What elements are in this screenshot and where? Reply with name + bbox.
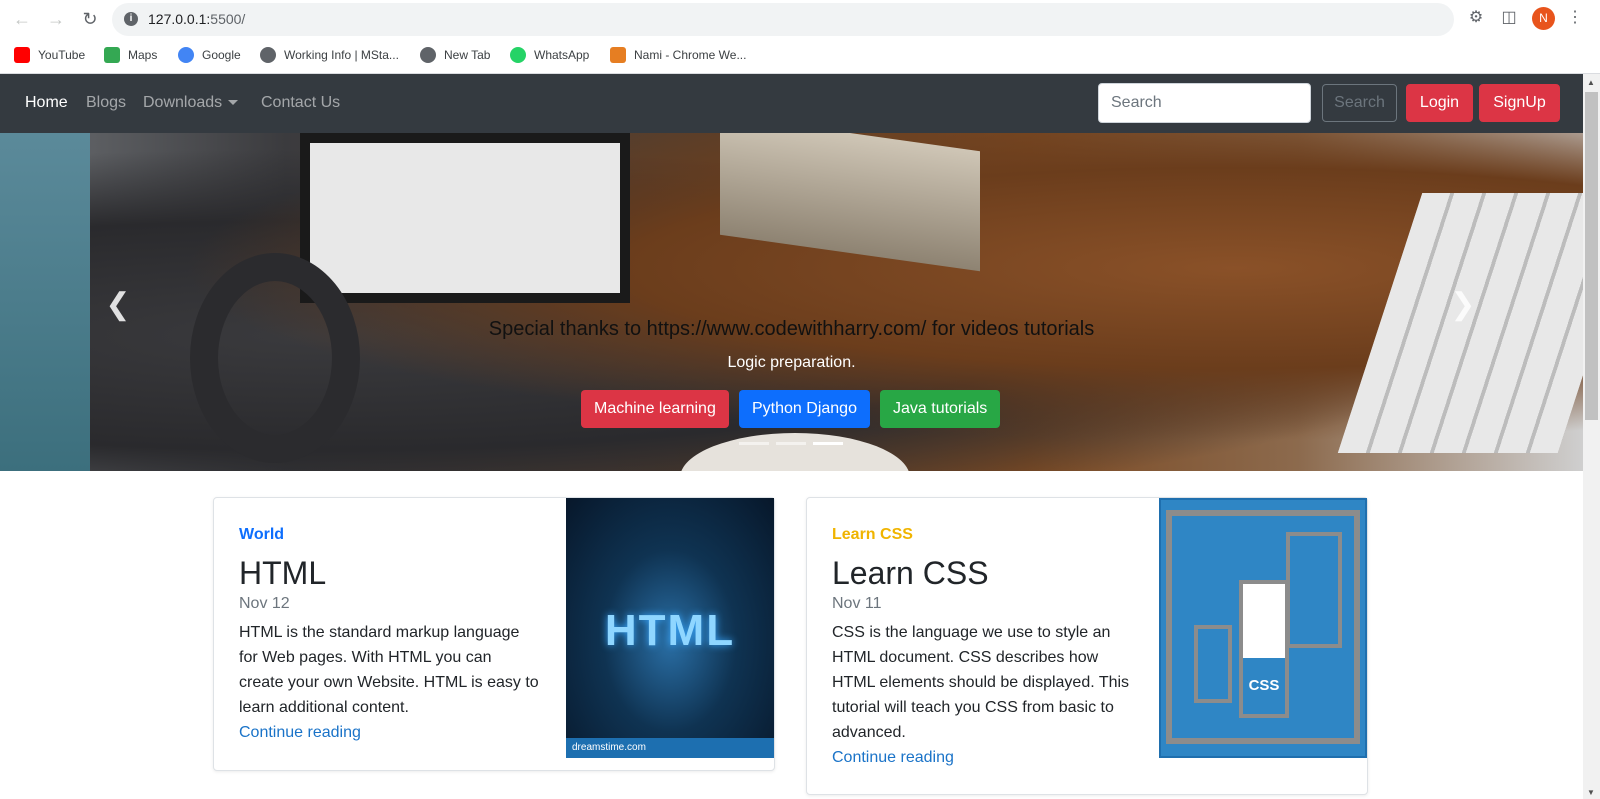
blog-card-css: Learn CSS Learn CSS Nov 11 CSS is the la…: [806, 497, 1368, 795]
continue-reading-link[interactable]: Continue reading: [239, 724, 361, 742]
mug-image: [680, 433, 910, 471]
youtube-icon: [14, 47, 30, 63]
forward-icon[interactable]: →: [44, 7, 68, 31]
bookmark-label: WhatsApp: [534, 48, 590, 62]
page-scrollbar[interactable]: ▲ ▼: [1583, 74, 1600, 799]
bookmark-new-tab[interactable]: New Tab: [420, 47, 490, 63]
code-window-icon: [1286, 532, 1342, 648]
search-input[interactable]: [1098, 83, 1311, 123]
nav-contact[interactable]: Contact Us: [261, 94, 340, 112]
browser-toolbar: ← → ↻ i 127.0.0.1:5500/ ⚙ ◫ N ⋮: [0, 0, 1600, 37]
carousel-indicator-3[interactable]: [813, 442, 843, 445]
reload-icon[interactable]: ↻: [78, 7, 102, 31]
carousel-prev-icon[interactable]: ❮: [103, 290, 133, 320]
card-date: Nov 12: [239, 595, 290, 612]
maps-icon: [104, 47, 120, 63]
menu-icon[interactable]: ⋮: [1565, 8, 1585, 28]
monitor-image: [300, 133, 630, 303]
globe-icon: [420, 47, 436, 63]
carousel-title: Special thanks to https://www.codewithha…: [488, 318, 1095, 340]
bookmark-label: Working Info | MSta...: [284, 48, 399, 62]
back-icon[interactable]: ←: [10, 7, 34, 31]
extensions-icon[interactable]: ⚙: [1466, 8, 1486, 28]
bookmark-working-info[interactable]: Working Info | MSta...: [260, 47, 399, 63]
blog-card-html: World HTML Nov 12 HTML is the standard m…: [213, 497, 775, 771]
side-panel-icon[interactable]: ◫: [1499, 8, 1519, 28]
globe-icon: [260, 47, 276, 63]
carousel-indicator-2[interactable]: [776, 442, 806, 445]
nav-home[interactable]: Home: [25, 94, 68, 112]
html-thumbnail-image: HTML dreamstime.com: [566, 498, 774, 758]
python-django-button[interactable]: Python Django: [739, 390, 870, 428]
carousel-indicator-1[interactable]: [739, 442, 769, 445]
card-category: Learn CSS: [832, 526, 913, 543]
bookmark-label: Nami - Chrome We...: [634, 48, 747, 62]
bookmark-label: YouTube: [38, 48, 86, 62]
nav-blogs[interactable]: Blogs: [86, 94, 126, 112]
continue-reading-link[interactable]: Continue reading: [832, 749, 954, 767]
machine-learning-button[interactable]: Machine learning: [581, 390, 729, 428]
bookmarks-bar: YouTube Maps Google Working Info | MSta.…: [0, 37, 1600, 74]
bookmark-google[interactable]: Google: [178, 47, 241, 63]
image-watermark: dreamstime.com: [572, 742, 646, 753]
java-tutorials-button[interactable]: Java tutorials: [880, 390, 1001, 428]
nav-downloads[interactable]: Downloads: [143, 94, 239, 112]
url-host: 127.0.0.1:: [148, 11, 211, 27]
scroll-down-icon[interactable]: ▼: [1587, 788, 1595, 797]
bookmark-label: Maps: [128, 48, 158, 62]
book-stack-image: [720, 133, 980, 272]
html-image-text: HTML: [604, 606, 736, 655]
bookmark-whatsapp[interactable]: WhatsApp: [510, 47, 589, 63]
book-spine-image: [0, 133, 90, 471]
login-button[interactable]: Login: [1406, 84, 1473, 122]
address-bar[interactable]: i 127.0.0.1:5500/: [112, 3, 1454, 36]
carousel-next-icon[interactable]: ❯: [1448, 290, 1478, 320]
site-info-icon[interactable]: i: [124, 12, 138, 26]
url-text[interactable]: 127.0.0.1:5500/: [148, 11, 245, 27]
card-text: HTML is the standard markup language for…: [239, 624, 539, 716]
bookmark-maps[interactable]: Maps: [104, 47, 157, 63]
bookmark-youtube[interactable]: YouTube: [14, 47, 85, 63]
scrollbar-thumb[interactable]: [1585, 92, 1598, 420]
bookmark-label: New Tab: [444, 48, 491, 62]
google-icon: [178, 47, 194, 63]
css-thumbnail-image: CSS: [1159, 498, 1367, 758]
card-date: Nov 11: [832, 595, 882, 612]
card-category: World: [239, 526, 285, 543]
css-file-label: CSS: [1243, 658, 1285, 714]
signup-button[interactable]: SignUp: [1479, 84, 1560, 122]
scroll-up-icon[interactable]: ▲: [1587, 78, 1595, 87]
image-footer-strip: dreamstime.com: [566, 738, 774, 758]
css-file-icon: CSS: [1239, 580, 1289, 718]
bookmark-nami[interactable]: Nami - Chrome We...: [610, 47, 746, 63]
url-path: 5500/: [210, 11, 246, 27]
whatsapp-icon: [510, 47, 526, 63]
card-text: CSS is the language we use to style an H…: [832, 624, 1130, 741]
nami-icon: [610, 47, 626, 63]
nav-downloads-label: Downloads: [143, 94, 223, 111]
bookmark-label: Google: [202, 48, 241, 62]
card-title: Learn CSS: [832, 555, 989, 591]
code-window-icon: [1194, 625, 1232, 703]
card-title: HTML: [239, 555, 327, 591]
chevron-down-icon: [228, 100, 239, 106]
carousel-subtitle: Logic preparation.: [727, 354, 856, 371]
search-button[interactable]: Search: [1322, 84, 1397, 122]
profile-avatar[interactable]: N: [1532, 7, 1555, 30]
